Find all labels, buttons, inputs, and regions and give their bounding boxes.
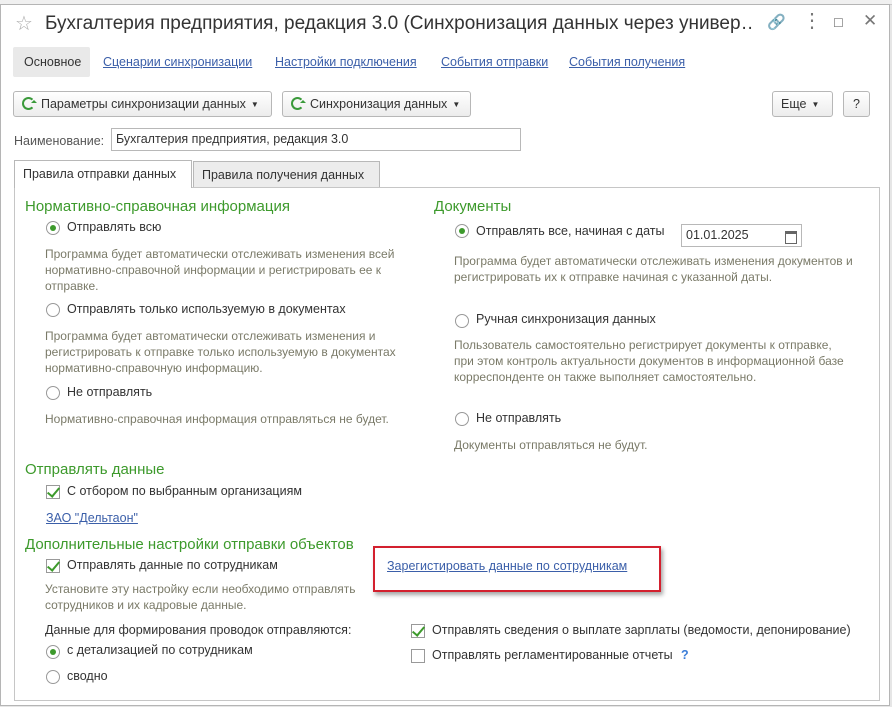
sync-data-label: Синхронизация данных xyxy=(310,97,448,111)
docs-group-title: Документы xyxy=(434,198,512,215)
postings-detailed-radio[interactable] xyxy=(46,645,60,659)
docs-no-send-radio[interactable] xyxy=(455,412,469,426)
help-label: ? xyxy=(853,97,860,111)
chevron-down-icon: ▼ xyxy=(811,100,820,109)
more-vertical-icon[interactable]: ⋮ xyxy=(802,8,822,33)
docs-start-date-input[interactable]: 01.01.2025 xyxy=(681,224,781,247)
salary-label: Отправлять сведения о выплате зарплаты (… xyxy=(432,623,851,637)
nav-connection-settings[interactable]: Настройки подключения xyxy=(275,55,417,69)
sync-params-button[interactable]: Параметры синхронизации данных ▼ xyxy=(13,91,272,117)
org-filter-label: С отбором по выбранным организациям xyxy=(67,484,302,498)
nsi-no-send-hint: Нормативно-справочная информация отправл… xyxy=(45,412,389,426)
name-input[interactable]: Бухгалтерия предприятия, редакция 3.0 xyxy=(111,128,521,151)
nsi-send-used-radio[interactable] xyxy=(46,303,60,317)
salary-checkbox[interactable] xyxy=(411,624,425,638)
nav-main[interactable]: Основное xyxy=(13,47,90,77)
nsi-group-title: Нормативно-справочная информация xyxy=(25,198,290,215)
chevron-down-icon: ▼ xyxy=(452,100,461,109)
docs-send-from-date-radio[interactable] xyxy=(455,224,469,238)
reports-label: Отправлять регламентированные отчеты xyxy=(432,648,673,662)
title-bar: ☆ Бухгалтерия предприятия, редакция 3.0 … xyxy=(1,5,889,43)
docs-no-send-hint: Документы отправляться не будут. xyxy=(454,438,648,452)
maximize-icon[interactable]: ☐ xyxy=(833,16,844,30)
employees-hint: Установите эту настройку если необходимо… xyxy=(45,582,356,612)
window-title: Бухгалтерия предприятия, редакция 3.0 (С… xyxy=(45,13,755,34)
reports-help-icon[interactable]: ? xyxy=(681,648,689,662)
link-icon[interactable]: 🔗 xyxy=(767,13,786,31)
send-data-group-title: Отправлять данные xyxy=(25,461,165,478)
nav-receive-events[interactable]: События получения xyxy=(569,55,685,69)
register-employees-link[interactable]: Зарегистировать данные по сотрудникам xyxy=(387,559,627,573)
sync-data-button[interactable]: Синхронизация данных ▼ xyxy=(282,91,471,117)
reports-checkbox[interactable] xyxy=(411,649,425,663)
nsi-no-send-label: Не отправлять xyxy=(67,385,153,399)
docs-manual-sync-label: Ручная синхронизация данных xyxy=(476,312,656,326)
nsi-send-all-radio[interactable] xyxy=(46,221,60,235)
more-button[interactable]: Еще ▼ xyxy=(772,91,833,117)
organization-link[interactable]: ЗАО "Дельтаон" xyxy=(46,511,138,525)
nsi-send-used-hint: Программа будет автоматически отслеживат… xyxy=(45,329,396,375)
postings-summary-radio[interactable] xyxy=(46,670,60,684)
tab-receive-rules[interactable]: Правила получения данных xyxy=(193,161,380,188)
docs-send-from-date-hint: Программа будет автоматически отслеживат… xyxy=(454,254,853,284)
employees-checkbox[interactable] xyxy=(46,559,60,573)
nav-send-events[interactable]: События отправки xyxy=(441,55,548,69)
chevron-down-icon: ▼ xyxy=(250,100,259,109)
nsi-send-all-label: Отправлять всю xyxy=(67,220,162,234)
docs-manual-sync-hint: Пользователь самостоятельно регистрирует… xyxy=(454,338,844,384)
docs-send-from-date-label: Отправлять все, начиная с даты xyxy=(476,224,665,238)
form-window: ☆ Бухгалтерия предприятия, редакция 3.0 … xyxy=(0,4,890,706)
postings-summary-label: сводно xyxy=(67,669,108,683)
postings-detailed-label: с детализацией по сотрудникам xyxy=(67,643,253,657)
nsi-no-send-radio[interactable] xyxy=(46,386,60,400)
help-button[interactable]: ? xyxy=(843,91,870,117)
tab-send-rules[interactable]: Правила отправки данных xyxy=(14,160,192,188)
nsi-send-used-label: Отправлять только используемую в докумен… xyxy=(67,302,346,316)
calendar-icon[interactable] xyxy=(780,224,802,247)
nsi-send-all-hint: Программа будет автоматически отслеживат… xyxy=(45,247,395,293)
name-label: Наименование: xyxy=(14,134,105,148)
docs-no-send-label: Не отправлять xyxy=(476,411,562,425)
org-filter-checkbox[interactable] xyxy=(46,485,60,499)
docs-manual-sync-radio[interactable] xyxy=(455,314,469,328)
favorite-star-icon[interactable]: ☆ xyxy=(15,11,33,36)
nav-sync-scenarios[interactable]: Сценарии синхронизации xyxy=(103,55,252,69)
postings-label: Данные для формирования проводок отправл… xyxy=(45,623,352,637)
sync-params-label: Параметры синхронизации данных xyxy=(41,97,246,111)
close-icon[interactable]: ✕ xyxy=(863,11,877,31)
more-label: Еще xyxy=(781,97,807,111)
extra-group-title: Дополнительные настройки отправки объект… xyxy=(25,536,354,553)
sync-settings-icon xyxy=(22,97,37,110)
sync-icon xyxy=(291,97,306,110)
employees-label: Отправлять данные по сотрудникам xyxy=(67,558,278,572)
